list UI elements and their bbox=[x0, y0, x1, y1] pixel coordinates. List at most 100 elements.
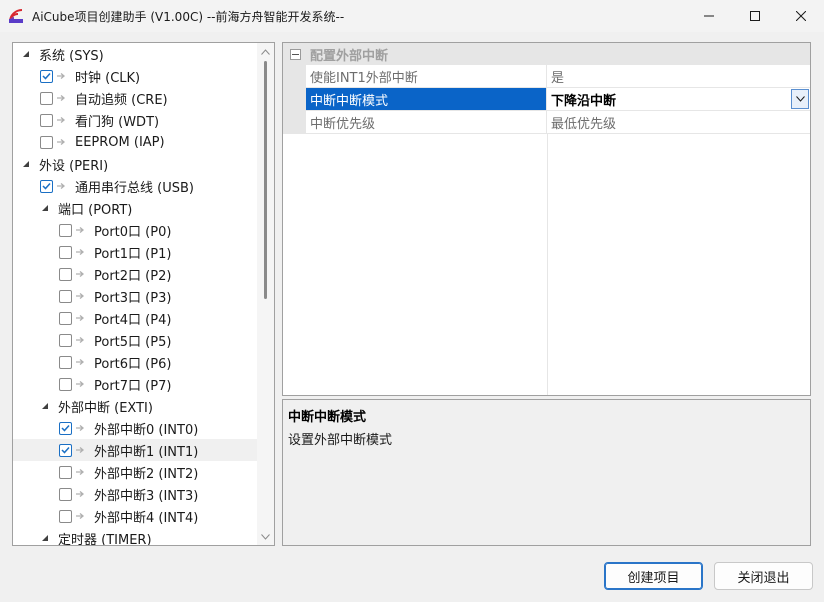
tree-item[interactable]: 自动追频 (CRE) bbox=[13, 87, 258, 109]
tree-item[interactable]: Port3口 (P3) bbox=[13, 285, 258, 307]
tree-item[interactable]: 外部中断3 (INT3) bbox=[13, 483, 258, 505]
tree-item[interactable]: Port0口 (P0) bbox=[13, 219, 258, 241]
column-divider[interactable] bbox=[547, 133, 548, 395]
arrow-right-icon bbox=[76, 291, 86, 301]
title-bar: AiCube项目创建助手 (V1.00C) --前海方舟智能开发系统-- bbox=[0, 0, 824, 32]
checkbox[interactable] bbox=[40, 113, 53, 127]
checkbox[interactable] bbox=[59, 267, 72, 281]
close-icon bbox=[796, 11, 806, 21]
checkmark-icon bbox=[61, 446, 70, 454]
property-row-mode[interactable]: 中断中断模式 下降沿中断 bbox=[283, 88, 810, 111]
chevron-down-icon bbox=[795, 96, 805, 102]
expand-triangle-icon[interactable] bbox=[21, 49, 31, 59]
tree-item[interactable]: 看门狗 (WDT) bbox=[13, 109, 258, 131]
maximize-button[interactable] bbox=[732, 0, 778, 32]
tree-item[interactable]: Port2口 (P2) bbox=[13, 263, 258, 285]
category-row[interactable]: 配置外部中断 bbox=[283, 43, 810, 65]
tree-item[interactable]: 外设 (PERI) bbox=[13, 153, 258, 175]
minimize-button[interactable] bbox=[686, 0, 732, 32]
tree-item-label: Port6口 (P6) bbox=[94, 356, 172, 372]
property-grid[interactable]: 配置外部中断 使能INT1外部中断 是 中断中断模式 下降沿中断 中断优先级 最… bbox=[282, 42, 811, 396]
tree-item-label: 外部中断0 (INT0) bbox=[94, 422, 199, 438]
scroll-down-icon[interactable] bbox=[261, 532, 270, 541]
checkbox[interactable] bbox=[59, 311, 72, 325]
maximize-icon bbox=[750, 11, 760, 21]
arrow-right-icon bbox=[76, 445, 86, 455]
scrollbar-thumb[interactable] bbox=[264, 61, 267, 299]
arrow-right-icon bbox=[76, 269, 86, 279]
scroll-up-icon[interactable] bbox=[261, 47, 270, 56]
checkbox[interactable] bbox=[59, 443, 72, 457]
arrow-right-icon bbox=[76, 511, 86, 521]
tree-item-label: 自动追频 (CRE) bbox=[75, 92, 168, 108]
property-value[interactable]: 是 bbox=[547, 65, 810, 88]
tree-item-label: 外部中断 (EXTI) bbox=[58, 400, 153, 416]
expand-triangle-icon[interactable] bbox=[40, 203, 50, 213]
checkbox[interactable] bbox=[59, 509, 72, 523]
tree-item-label: 通用串行总线 (USB) bbox=[75, 180, 194, 196]
property-row-priority[interactable]: 中断优先级 最低优先级 bbox=[283, 111, 810, 134]
checkmark-icon bbox=[42, 72, 51, 80]
arrow-right-icon bbox=[76, 489, 86, 499]
tree-item[interactable]: EEPROM (IAP) bbox=[13, 131, 258, 153]
tree-item[interactable]: Port7口 (P7) bbox=[13, 373, 258, 395]
property-value[interactable]: 最低优先级 bbox=[547, 111, 810, 134]
tree-item[interactable]: 通用串行总线 (USB) bbox=[13, 175, 258, 197]
expand-triangle-icon[interactable] bbox=[40, 401, 50, 411]
close-exit-button[interactable]: 关闭退出 bbox=[714, 562, 813, 590]
checkbox[interactable] bbox=[59, 465, 72, 479]
tree-scrollbar[interactable] bbox=[257, 43, 274, 545]
checkbox[interactable] bbox=[40, 179, 53, 193]
checkbox[interactable] bbox=[59, 333, 72, 347]
tree-item[interactable]: Port6口 (P6) bbox=[13, 351, 258, 373]
checkbox[interactable] bbox=[59, 289, 72, 303]
tree-item[interactable]: 外部中断1 (INT1) bbox=[13, 439, 258, 461]
arrow-right-icon bbox=[76, 313, 86, 323]
arrow-right-icon bbox=[57, 137, 67, 147]
expand-triangle-icon[interactable] bbox=[40, 533, 50, 543]
description-title: 中断中断模式 bbox=[288, 410, 367, 425]
tree-item[interactable]: 定时器 (TIMER) bbox=[13, 527, 258, 545]
tree-item-label: Port7口 (P7) bbox=[94, 378, 172, 394]
tree-item-label: Port4口 (P4) bbox=[94, 312, 172, 328]
tree-item[interactable]: 外部中断2 (INT2) bbox=[13, 461, 258, 483]
checkbox[interactable] bbox=[40, 91, 53, 105]
tree-item[interactable]: Port4口 (P4) bbox=[13, 307, 258, 329]
arrow-right-icon bbox=[76, 247, 86, 257]
property-value: 下降沿中断 bbox=[551, 93, 617, 109]
checkbox[interactable] bbox=[59, 245, 72, 259]
checkbox[interactable] bbox=[59, 377, 72, 391]
expand-triangle-icon[interactable] bbox=[21, 159, 31, 169]
tree-item[interactable]: 端口 (PORT) bbox=[13, 197, 258, 219]
tree-item[interactable]: 外部中断 (EXTI) bbox=[13, 395, 258, 417]
checkbox[interactable] bbox=[59, 487, 72, 501]
tree-item-label: 外设 (PERI) bbox=[39, 158, 109, 174]
tree-item[interactable]: 系统 (SYS) bbox=[13, 43, 258, 65]
checkbox[interactable] bbox=[59, 223, 72, 237]
checkbox[interactable] bbox=[40, 69, 53, 83]
tree-item-label: Port0口 (P0) bbox=[94, 224, 172, 240]
tree-item-label: 时钟 (CLK) bbox=[75, 70, 141, 86]
tree-item[interactable]: Port5口 (P5) bbox=[13, 329, 258, 351]
collapse-icon[interactable] bbox=[290, 48, 301, 60]
tree-item-label: 外部中断1 (INT1) bbox=[94, 444, 199, 460]
description-panel: 中断中断模式 设置外部中断模式 bbox=[282, 399, 811, 546]
checkmark-icon bbox=[61, 424, 70, 432]
dropdown-button[interactable] bbox=[791, 89, 809, 109]
tree-item[interactable]: 外部中断0 (INT0) bbox=[13, 417, 258, 439]
tree-item[interactable]: Port1口 (P1) bbox=[13, 241, 258, 263]
peripheral-tree[interactable]: 系统 (SYS) 时钟 (CLK) 自动追频 (CRE) 看门狗 (WDT) EEPRO… bbox=[12, 42, 275, 546]
checkmark-icon bbox=[42, 182, 51, 190]
property-row-enable[interactable]: 使能INT1外部中断 是 bbox=[283, 65, 810, 88]
checkbox[interactable] bbox=[59, 421, 72, 435]
tree-item[interactable]: 外部中断4 (INT4) bbox=[13, 505, 258, 527]
create-project-button[interactable]: 创建项目 bbox=[604, 562, 703, 590]
description-text: 设置外部中断模式 bbox=[288, 433, 393, 448]
property-value-select[interactable]: 下降沿中断 bbox=[547, 88, 810, 111]
tree-item[interactable]: 时钟 (CLK) bbox=[13, 65, 258, 87]
close-button[interactable] bbox=[778, 0, 824, 32]
checkbox[interactable] bbox=[40, 135, 53, 149]
checkbox[interactable] bbox=[59, 355, 72, 369]
tree-item-label: Port1口 (P1) bbox=[94, 246, 172, 262]
minimize-icon bbox=[704, 15, 714, 17]
